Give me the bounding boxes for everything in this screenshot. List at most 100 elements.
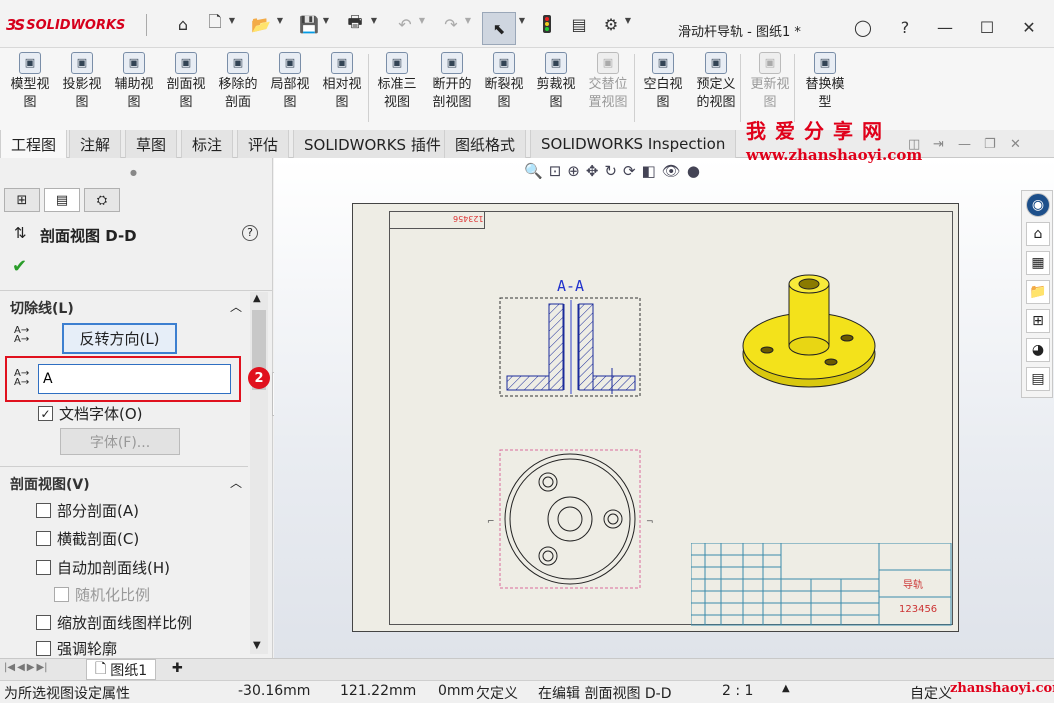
options-gear-icon[interactable]: ⚙ [600, 13, 622, 35]
appearance-icon[interactable]: ● [687, 162, 700, 180]
save-icon[interactable]: 💾 [298, 13, 320, 35]
view-palette-icon[interactable]: ⊞ [1026, 309, 1050, 333]
prev-sheet-icon[interactable]: ◀ [17, 662, 25, 673]
cut-line-label-input[interactable] [38, 364, 231, 394]
last-sheet-icon[interactable]: ▶| [36, 662, 47, 673]
property-manager-tab-icon[interactable]: ▤ [44, 188, 80, 212]
document-font-checkbox[interactable]: ✓ 文档字体(O) [38, 403, 143, 424]
chevron-down-icon[interactable]: ▼ [464, 16, 472, 25]
config-manager-tab-icon[interactable]: ⛭ [84, 188, 120, 212]
doc-minimize-icon[interactable]: — [958, 137, 971, 152]
chevron-down-icon[interactable]: ▼ [624, 16, 632, 25]
empty-view-button[interactable]: ▣ 空白视图 [638, 52, 688, 126]
section-view-header[interactable]: 剖面视图(V) [10, 474, 90, 494]
status-units[interactable]: 自定义 [910, 683, 952, 703]
panel-grip[interactable]: ● [130, 168, 137, 177]
redo-icon[interactable]: ↷ [440, 13, 462, 35]
solidworks-logo[interactable]: 3S SOLIDWORKS [6, 14, 125, 36]
chevron-down-icon[interactable]: ▼ [370, 16, 378, 25]
view-orientation-icon[interactable]: ◧ [642, 162, 656, 180]
home-icon[interactable]: ⌂ [1026, 222, 1050, 246]
close-icon[interactable]: ✕ [1018, 16, 1040, 38]
zoom-in-icon[interactable]: ⊕ [567, 162, 580, 180]
undo-icon[interactable]: ↶ [394, 13, 416, 35]
chevron-down-icon[interactable]: ▼ [518, 16, 526, 25]
chevron-down-icon[interactable]: ▼ [228, 16, 236, 25]
tab-drawing[interactable]: 工程图 [0, 130, 68, 158]
isometric-part-view[interactable] [739, 266, 879, 394]
traffic-light-icon[interactable] [536, 13, 558, 35]
broken-out-section-button[interactable]: ▣ 断开的 剖视图 [426, 52, 478, 126]
rotate-icon[interactable]: ↻ [604, 162, 617, 180]
feature-manager-tab-icon[interactable]: ⊞ [4, 188, 40, 212]
open-folder-icon[interactable]: 📂 [250, 13, 272, 35]
select-pointer-icon[interactable]: ⬉ [482, 12, 516, 45]
removed-section-button[interactable]: ▣ 移除的 剖面 [212, 52, 264, 126]
sheet-tab-sheet1[interactable]: 🗋 图纸1 [86, 659, 157, 680]
ok-checkmark-icon[interactable]: ✔ [12, 256, 27, 277]
auto-hatching-checkbox[interactable]: 自动加剖面线(H) [36, 557, 170, 578]
scale-hatch-checkbox[interactable]: 缩放剖面线图样比例 [36, 612, 192, 633]
top-view[interactable]: ⌐ ¬ [485, 448, 655, 592]
predefined-view-button[interactable]: ▣ 预定义 的视图 [690, 52, 742, 126]
file-explorer-icon[interactable]: 📁 [1026, 280, 1050, 304]
detail-view-button[interactable]: ▣ 局部视图 [264, 52, 316, 126]
user-account-icon[interactable]: ◯ [852, 16, 874, 38]
doc-close-icon[interactable]: ✕ [1010, 137, 1021, 152]
section-view-a-a[interactable] [499, 296, 643, 398]
checkbox-checked-icon[interactable]: ✓ [38, 406, 53, 421]
section-view-button[interactable]: ▣ 剖面视图 [160, 52, 212, 126]
home-icon[interactable]: ⌂ [172, 13, 194, 35]
break-view-button[interactable]: ▣ 断裂视图 [478, 52, 530, 126]
solidworks-resources-icon[interactable]: ◉ [1026, 193, 1050, 217]
tab-addins[interactable]: SOLIDWORKS 插件 [293, 130, 452, 158]
font-button[interactable]: 字体(F)... [60, 428, 180, 455]
tab-sheet-format[interactable]: 图纸格式 [444, 130, 527, 158]
hide-show-icon[interactable]: 👁 [662, 162, 681, 180]
tab-annotation[interactable]: 注解 [69, 130, 122, 158]
minimize-icon[interactable]: — [934, 16, 956, 38]
file-properties-icon[interactable]: ▤ [568, 13, 590, 35]
collapse-chevron-icon[interactable]: ︿ [230, 474, 242, 491]
help-icon[interactable]: ? [894, 16, 916, 38]
doc-window-pin-icon[interactable]: ⇥ [933, 137, 944, 152]
scroll-up-icon[interactable]: ▲ [253, 293, 261, 304]
scroll-down-icon[interactable]: ▼ [253, 640, 261, 651]
menu-expander[interactable] [146, 14, 147, 36]
emphasize-outline-checkbox[interactable]: 强调轮廓 [36, 640, 117, 656]
alternate-position-button[interactable]: ▣ 交替位 置视图 [582, 52, 634, 126]
chevron-down-icon[interactable]: ▼ [322, 16, 330, 25]
rebuild-icon[interactable]: ⟳ [623, 162, 636, 180]
partial-section-checkbox[interactable]: 部分剖面(A) [36, 500, 139, 521]
doc-restore-icon[interactable]: ❐ [984, 137, 996, 152]
new-document-icon[interactable]: 🗋 [204, 12, 226, 35]
auxiliary-view-button[interactable]: ▣ 辅助视图 [108, 52, 160, 126]
projected-view-button[interactable]: ▣ 投影视图 [56, 52, 108, 126]
custom-properties-icon[interactable]: ▤ [1026, 367, 1050, 391]
next-sheet-icon[interactable]: ▶ [27, 662, 35, 673]
first-sheet-icon[interactable]: |◀ [4, 662, 15, 673]
model-view-button[interactable]: ▣ 模型视图 [4, 52, 56, 126]
relative-view-button[interactable]: ▣ 相对视图 [316, 52, 368, 126]
tab-evaluate[interactable]: 评估 [237, 130, 290, 158]
flip-direction-button[interactable]: 反转方向(L) [62, 323, 177, 354]
slice-section-checkbox[interactable]: 横截剖面(C) [36, 528, 139, 549]
standard-3view-button[interactable]: ▣ 标准三 视图 [372, 52, 422, 126]
help-icon[interactable]: ? [242, 225, 258, 241]
status-scale[interactable]: 2 : 1 [722, 683, 753, 699]
cut-line-header[interactable]: 切除线(L) [10, 298, 74, 318]
zoom-to-fit-icon[interactable]: 🔍 [524, 162, 543, 180]
randomize-scale-checkbox[interactable]: 随机化比例 [54, 584, 150, 605]
tab-sketch[interactable]: 草图 [125, 130, 178, 158]
print-icon[interactable]: 🖶 [344, 12, 366, 35]
chevron-down-icon[interactable]: ▼ [276, 16, 284, 25]
design-library-icon[interactable]: ▦ [1026, 251, 1050, 275]
maximize-icon[interactable]: ☐ [976, 16, 998, 38]
pan-icon[interactable]: ✥ [586, 162, 599, 180]
collapse-chevron-icon[interactable]: ︿ [230, 298, 242, 315]
appearances-icon[interactable]: ◕ [1026, 338, 1050, 362]
crop-view-button[interactable]: ▣ 剪裁视图 [530, 52, 582, 126]
tab-markup[interactable]: 标注 [181, 130, 234, 158]
drawing-sheet[interactable]: 123456 A-A ⌐ ¬ 导轨 123456 [352, 203, 959, 632]
add-sheet-icon[interactable]: ✚ [172, 661, 183, 676]
